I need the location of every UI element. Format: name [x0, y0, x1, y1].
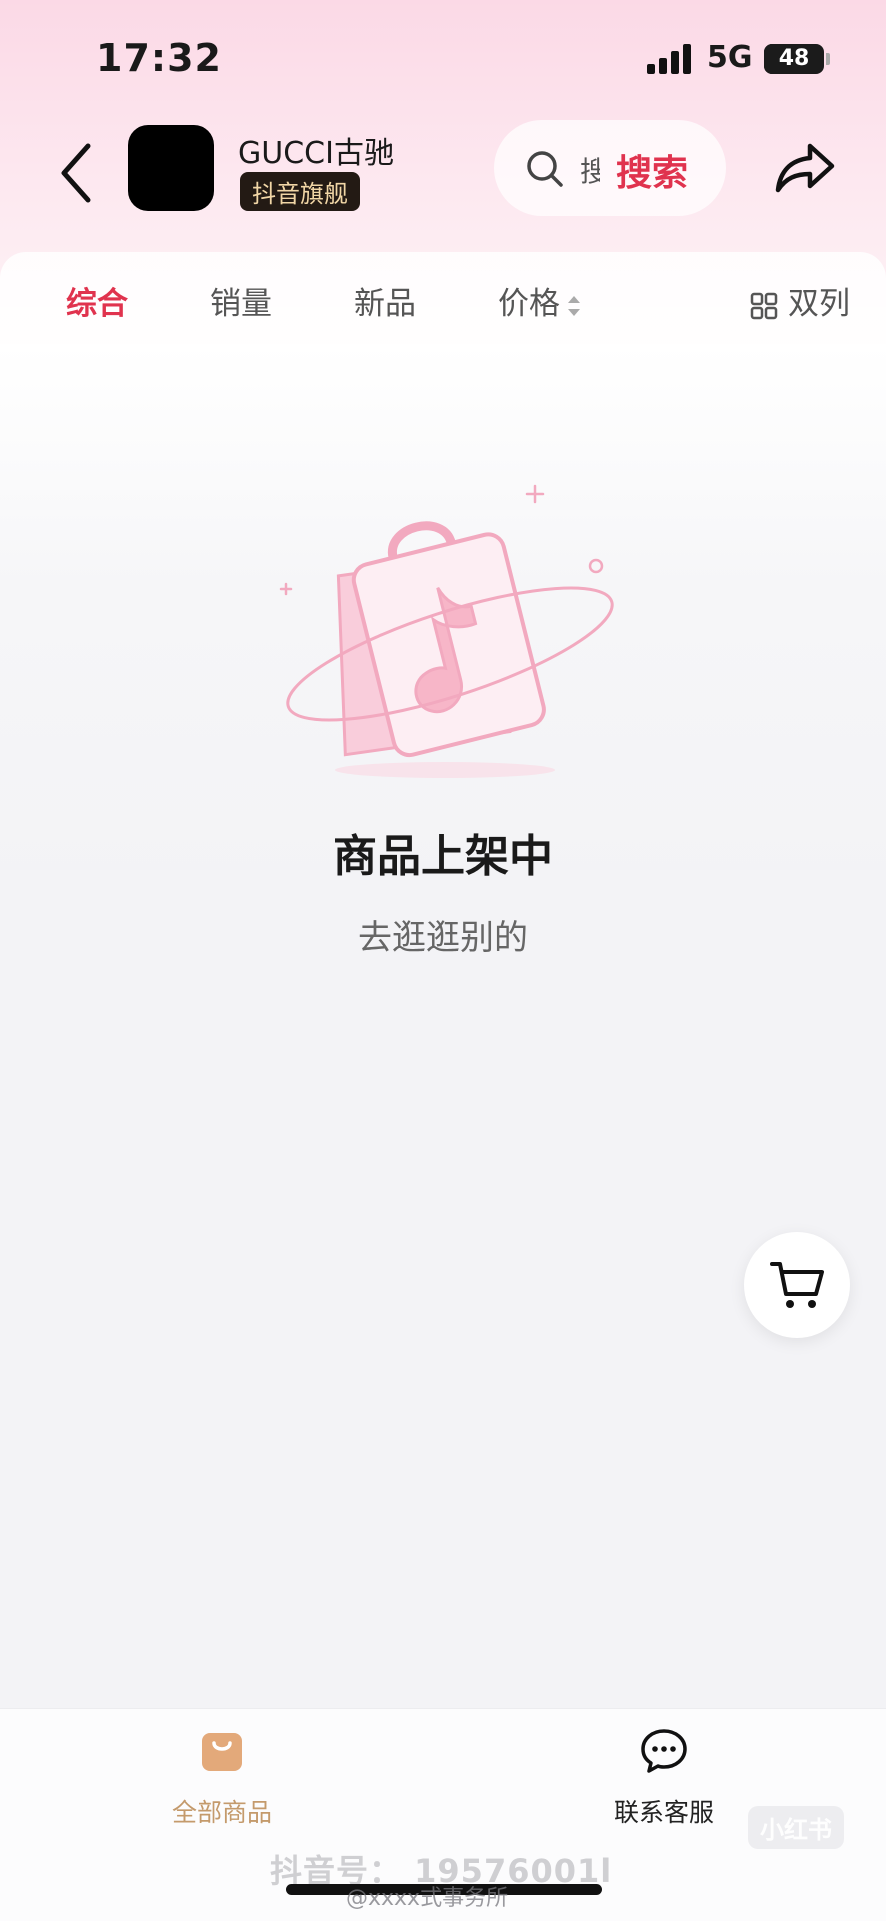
search-bar[interactable]: 搜 搜索: [494, 120, 726, 216]
back-button[interactable]: [52, 138, 102, 208]
share-button[interactable]: [774, 140, 838, 198]
douyin-shopping-bag-icon: [279, 484, 614, 778]
sort-arrows-icon: [568, 295, 580, 316]
shop-name[interactable]: GUCCI古驰: [238, 128, 394, 172]
grid-icon: [750, 292, 778, 319]
battery-percent: 48: [778, 46, 810, 71]
weibo-watermark: @xxxx式事务所: [346, 1886, 509, 1911]
xiaohongshu-watermark: 小红书: [748, 1806, 844, 1849]
sort-tab-comprehensive[interactable]: 综合: [66, 278, 128, 323]
search-icon: [527, 151, 563, 187]
product-list-area: 商品上架中 去逛逛别的: [0, 344, 886, 1709]
cart-button[interactable]: [744, 1232, 850, 1338]
sort-tab-sales[interactable]: 销量: [210, 278, 272, 323]
shop-avatar[interactable]: [128, 125, 214, 211]
battery-icon: 48: [764, 44, 824, 74]
shopping-cart-icon: [770, 1262, 824, 1308]
sort-tab-new[interactable]: 新品: [354, 278, 416, 323]
chat-bubble-icon: [641, 1729, 687, 1773]
shop-badge: 抖音旗舰: [240, 172, 360, 211]
battery-tip: [826, 53, 830, 65]
sort-bar: 综合 销量 新品 价格 双列: [0, 252, 886, 344]
layout-toggle-button[interactable]: 双列: [750, 278, 850, 323]
signal-icon: [647, 44, 691, 74]
sort-tab-price[interactable]: 价格: [498, 278, 580, 323]
status-bar: 17:32 5G 48: [0, 0, 886, 120]
share-icon: [775, 143, 835, 193]
customer-service-tab[interactable]: 联系客服: [564, 1727, 764, 1829]
all-products-tab[interactable]: 全部商品: [122, 1727, 322, 1829]
layout-toggle-label: 双列: [788, 286, 850, 322]
sort-tab-price-label: 价格: [498, 286, 560, 322]
status-time: 17:32: [96, 36, 222, 80]
customer-service-label: 联系客服: [613, 1798, 714, 1827]
all-products-label: 全部商品: [171, 1798, 272, 1827]
search-button[interactable]: 搜索: [616, 144, 688, 196]
browse-others-link[interactable]: 去逛逛别的: [0, 910, 886, 959]
chevron-left-icon: [61, 143, 91, 203]
shop-header: GUCCI古驰 抖音旗舰 搜 搜索: [0, 110, 886, 250]
search-placeholder: 搜: [580, 155, 600, 188]
network-type: 5G: [707, 40, 753, 75]
shopping-bag-icon: [202, 1733, 242, 1771]
empty-state-title: 商品上架中: [333, 831, 553, 882]
